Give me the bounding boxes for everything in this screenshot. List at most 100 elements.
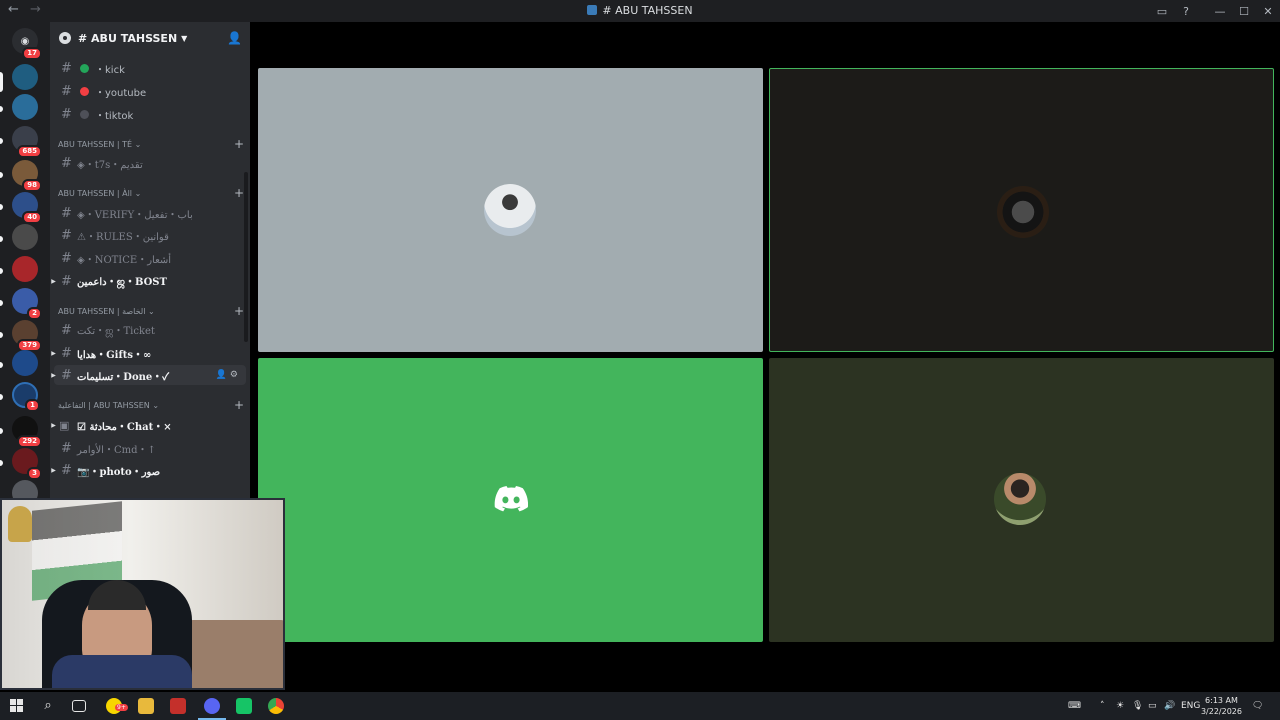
category-header[interactable]: التفاعلية | ABU TAHSSEN ⌄ +: [58, 397, 244, 413]
channel-notice[interactable]: # ◈・NOTICE・أشعار: [50, 248, 250, 268]
create-channel-icon[interactable]: +: [234, 398, 244, 412]
channel-kick[interactable]: # ・kick: [50, 58, 250, 78]
server-icon[interactable]: [12, 350, 38, 376]
search-icon[interactable]: ⌕: [40, 698, 56, 714]
create-channel-icon[interactable]: +: [234, 304, 244, 318]
category-header[interactable]: ABU TAHSSEN | Àll ⌄ +: [58, 185, 244, 201]
chevron-down-icon: ⌄: [152, 400, 160, 410]
brightness-icon[interactable]: ☀: [1116, 692, 1124, 720]
hash-icon: #: [61, 322, 72, 338]
create-channel-icon[interactable]: +: [234, 137, 244, 151]
microphone-icon[interactable]: 🎙: [1132, 692, 1143, 720]
channel-youtube[interactable]: # ・youtube: [50, 81, 250, 101]
server-icon[interactable]: [12, 480, 38, 498]
server-icon[interactable]: 685: [12, 126, 42, 158]
server-icon-abu-tahssen[interactable]: [12, 64, 38, 90]
channel-label: هدايا・Gifts・∞: [77, 349, 152, 361]
channel-tiktok[interactable]: # ・tiktok: [50, 104, 250, 124]
server-icon[interactable]: 40: [12, 192, 42, 224]
help-icon[interactable]: ?: [1174, 0, 1198, 22]
gear-icon[interactable]: ⚙: [230, 370, 238, 380]
expand-caret-icon[interactable]: ▶: [50, 372, 57, 379]
show-hidden-icons[interactable]: ˄: [1100, 692, 1105, 720]
streamer-body: [52, 655, 192, 688]
keyboard-icon[interactable]: ⌨: [1068, 692, 1081, 720]
close-button[interactable]: ✕: [1256, 0, 1280, 22]
expand-caret-icon[interactable]: ▶: [50, 278, 57, 285]
server-icon[interactable]: [12, 256, 38, 282]
start-button[interactable]: [10, 699, 23, 712]
hash-icon: #: [61, 60, 72, 76]
channel-gifts[interactable]: ▶ # هدايا・Gifts・∞: [50, 343, 250, 363]
server-icon[interactable]: 1: [12, 382, 40, 412]
server-icon[interactable]: 379: [12, 320, 42, 352]
participant-avatar: [484, 184, 536, 236]
video-tile-speaking[interactable]: [769, 68, 1274, 352]
server-icon[interactable]: [12, 224, 38, 250]
snapchat-icon[interactable]: 9+: [106, 698, 128, 714]
direct-messages-button[interactable]: ◉ 17: [12, 28, 42, 60]
unread-badge: 17: [22, 47, 42, 60]
channel-verify[interactable]: # ◈・VERIFY・باب・تفعيل: [50, 203, 250, 223]
expand-caret-icon[interactable]: ▶: [50, 350, 57, 357]
discord-window: ← → # ABU TAHSSEN ▭ ? — ☐ ✕ ◉ 17 685 98: [0, 0, 1280, 720]
video-tile[interactable]: [258, 358, 763, 642]
invite-icon[interactable]: 👤: [216, 370, 227, 380]
channel-rules[interactable]: # ⚠・RULES・قوانين: [50, 225, 250, 245]
expand-caret-icon[interactable]: ▶: [50, 467, 57, 474]
unread-badge: 2: [27, 307, 42, 320]
unread-badge: 292: [17, 435, 42, 448]
language-indicator[interactable]: ENG: [1181, 692, 1200, 720]
youtube-icon[interactable]: [170, 698, 186, 714]
network-icon[interactable]: ▭: [1148, 692, 1157, 720]
channel-ticket[interactable]: # تكت・ஜ・Ticket: [50, 320, 250, 340]
hash-icon: #: [61, 462, 72, 478]
task-view-icon[interactable]: [72, 700, 86, 712]
guild-header[interactable]: # ABU TAHSSEN ▼ 👤: [50, 22, 250, 54]
file-explorer-icon[interactable]: [138, 698, 154, 714]
expand-caret-icon[interactable]: ▶: [50, 422, 57, 429]
volume-icon[interactable]: 🔊: [1164, 692, 1175, 720]
participant-avatar: [997, 186, 1049, 238]
channel-cmd[interactable]: # الأوامر・Cmd・↑: [50, 438, 250, 458]
server-icon[interactable]: 3: [12, 448, 42, 480]
channel-photo[interactable]: ▶ # 📷・photo・صور: [50, 460, 250, 480]
channel-done[interactable]: ▶ # تسليمات・Done・✓ 👤 ⚙: [51, 365, 246, 385]
category-header[interactable]: ABU TAHSSEN | TÉ ⌄ +: [58, 136, 244, 152]
category-label: ABU TAHSSEN | TÉ: [58, 139, 133, 149]
clock[interactable]: 6:13 AM 3/22/2026: [1201, 695, 1242, 717]
server-icon[interactable]: 292: [12, 416, 42, 448]
minimize-button[interactable]: —: [1208, 0, 1232, 22]
chrome-icon[interactable]: [268, 698, 284, 714]
category-header[interactable]: ABU TAHSSEN | الخاصة ⌄ +: [58, 303, 244, 319]
server-icon[interactable]: 98: [12, 160, 42, 192]
video-tile[interactable]: [769, 358, 1274, 642]
clock-time: 6:13 AM: [1205, 696, 1238, 705]
channel-chat[interactable]: ▶ ▣ ☑ محادثة・Chat・×: [50, 415, 250, 435]
video-tile[interactable]: [258, 68, 763, 352]
inbox-icon[interactable]: ▭: [1150, 0, 1174, 22]
hash-icon: #: [61, 367, 72, 383]
channel-apply[interactable]: # ◈・t7s・تقديم: [50, 153, 250, 173]
channel-label: ☑ محادثة・Chat・×: [77, 421, 172, 433]
create-channel-icon[interactable]: +: [234, 186, 244, 200]
maximize-button[interactable]: ☐: [1232, 0, 1256, 22]
server-icon[interactable]: [12, 94, 38, 120]
unread-indicator: [0, 332, 3, 338]
unread-indicator: [0, 394, 3, 400]
unread-badge: 98: [22, 179, 42, 192]
server-icon[interactable]: 2: [12, 288, 42, 320]
channel-boost[interactable]: ▶ # داعمين・ஜ・BOST: [50, 271, 250, 291]
status-dot: [80, 87, 89, 96]
unread-indicator: [0, 138, 3, 144]
channel-label: ・kick: [95, 64, 125, 76]
discord-logo-icon: [494, 486, 528, 512]
category-label: ABU TAHSSEN | Àll: [58, 188, 133, 198]
channel-label: 📷・photo・صور: [77, 466, 161, 478]
invite-people-icon[interactable]: 👤: [227, 31, 242, 45]
channel-label: تكت・ஜ・Ticket: [77, 326, 155, 337]
webcam-overlay: [0, 498, 285, 690]
discord-icon[interactable]: [204, 698, 220, 714]
app-icon[interactable]: [236, 698, 252, 714]
notifications-icon[interactable]: 🗨: [1252, 692, 1263, 720]
